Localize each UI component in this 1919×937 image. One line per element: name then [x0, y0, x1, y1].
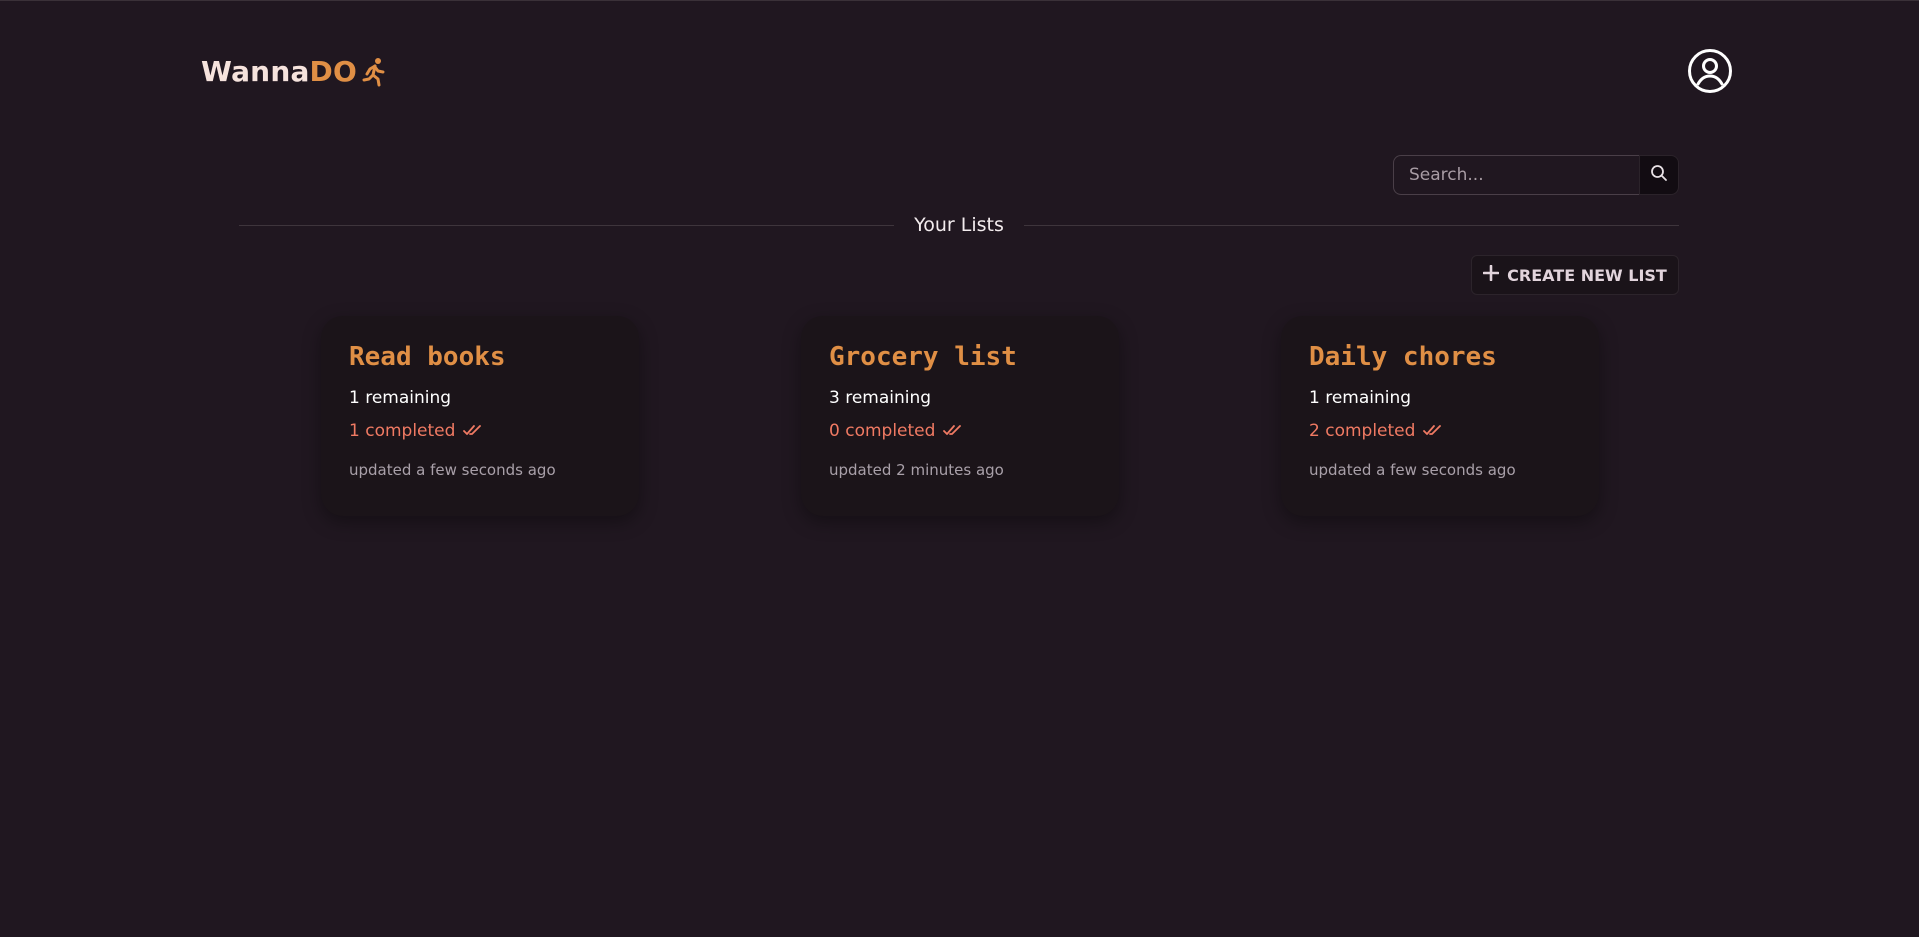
divider-line-left	[239, 224, 895, 226]
completed-count: 0 completed	[829, 421, 1091, 441]
search-button[interactable]	[1639, 155, 1679, 195]
double-check-icon	[943, 421, 963, 441]
brand-logo[interactable]: Wanna DO	[201, 55, 387, 88]
completed-label: 0 completed	[829, 421, 936, 441]
completed-label: 2 completed	[1309, 421, 1416, 441]
completed-count: 2 completed	[1309, 421, 1571, 441]
remaining-count: 1 remaining	[349, 388, 452, 408]
remaining-count: 3 remaining	[829, 388, 932, 408]
create-new-list-button[interactable]: CREATE NEW LIST	[1471, 255, 1679, 295]
brand-name-first: Wanna	[201, 55, 310, 88]
list-card[interactable]: Read books 1 remaining 1 completed updat…	[321, 316, 639, 516]
double-check-icon	[1423, 421, 1443, 441]
search-input[interactable]	[1393, 155, 1639, 195]
create-new-list-label: CREATE NEW LIST	[1507, 265, 1667, 285]
double-check-icon	[463, 421, 483, 441]
account-button[interactable]	[1687, 48, 1733, 98]
search-bar	[1393, 155, 1679, 195]
list-card[interactable]: Grocery list 3 remaining 0 completed upd…	[801, 316, 1119, 516]
search-icon	[1650, 164, 1668, 186]
plus-icon	[1482, 264, 1500, 285]
updated-time: updated a few seconds ago	[1309, 461, 1516, 479]
list-title: Daily chores	[1309, 342, 1497, 372]
updated-time: updated a few seconds ago	[349, 461, 556, 479]
list-card[interactable]: Daily chores 1 remaining 2 completed upd…	[1281, 316, 1599, 516]
list-title: Grocery list	[829, 342, 1017, 372]
brand-name-second: DO	[309, 55, 357, 88]
user-circle-icon	[1687, 48, 1733, 98]
divider-line-right	[1023, 224, 1679, 226]
list-title: Read books	[349, 342, 506, 372]
completed-label: 1 completed	[349, 421, 456, 441]
section-title: Your Lists	[914, 214, 1004, 236]
remaining-count: 1 remaining	[1309, 388, 1412, 408]
running-person-icon	[361, 57, 387, 87]
updated-time: updated 2 minutes ago	[829, 461, 1004, 479]
completed-count: 1 completed	[349, 421, 611, 441]
lists-section-header: Your Lists	[239, 212, 1679, 238]
